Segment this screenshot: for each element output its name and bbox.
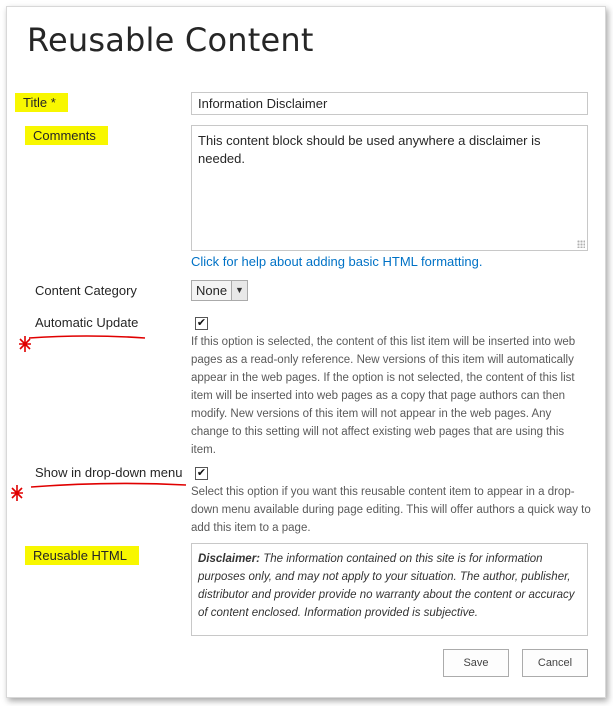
comments-label: Comments — [25, 126, 108, 145]
automatic-update-description: If this option is selected, the content … — [191, 336, 576, 456]
reusable-content-form: Reusable Content Title * Information Dis… — [6, 6, 606, 698]
red-asterisk-underline-annotation — [19, 335, 146, 352]
comments-textarea[interactable]: This content block should be used anywhe… — [191, 125, 588, 251]
title-label: Title * — [15, 93, 68, 112]
resize-grip-icon[interactable] — [577, 240, 585, 248]
reusable-html-label-text: Reusable HTML — [25, 546, 139, 565]
title-label-text: Title * — [15, 93, 68, 112]
content-category-select[interactable]: None ▼ — [191, 280, 248, 301]
content-category-label: Content Category — [35, 283, 137, 298]
comments-text: This content block should be used anywhe… — [198, 133, 541, 166]
save-button[interactable]: Save — [443, 649, 509, 677]
cancel-button[interactable]: Cancel — [522, 649, 588, 677]
red-asterisk-underline-annotation-2 — [11, 482, 187, 501]
automatic-update-checkbox[interactable]: ✔ — [195, 317, 208, 330]
automatic-update-label: Automatic Update — [35, 315, 139, 330]
comments-label-text: Comments — [25, 126, 108, 145]
content-category-value: None — [196, 283, 228, 298]
page-title: Reusable Content — [27, 21, 314, 59]
show-in-dropdown-checkbox[interactable]: ✔ — [195, 467, 208, 480]
chevron-down-icon: ▼ — [231, 281, 247, 300]
disclaimer-bold-prefix: Disclaimer: — [198, 553, 261, 565]
html-help-link[interactable]: Click for help about adding basic HTML f… — [191, 254, 482, 269]
show-in-dropdown-description: Select this option if you want this reus… — [191, 486, 591, 534]
reusable-html-editor[interactable]: Disclaimer: The information contained on… — [191, 543, 588, 636]
title-input[interactable]: Information Disclaimer — [191, 92, 588, 115]
show-in-dropdown-label: Show in drop-down menu — [35, 465, 183, 480]
reusable-html-label: Reusable HTML — [25, 546, 139, 565]
